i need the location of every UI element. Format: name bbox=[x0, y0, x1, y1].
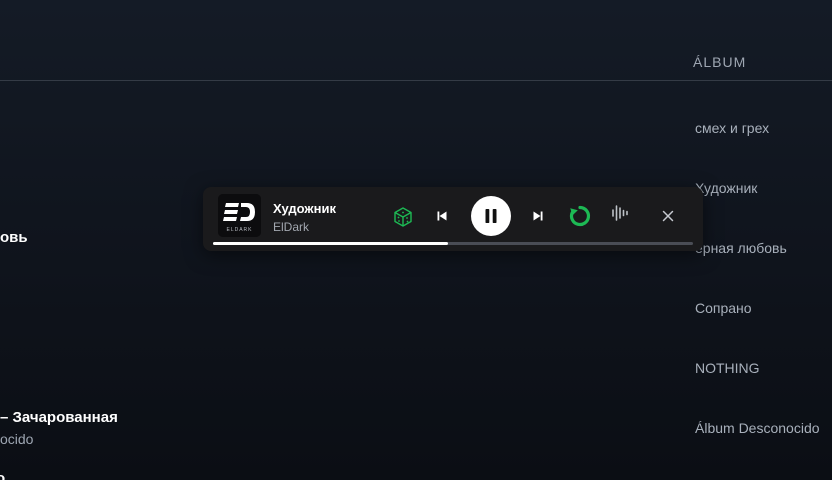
mini-player: ELDARK Художник ElDark bbox=[203, 187, 703, 251]
track-title-fragment[interactable]: о bbox=[0, 470, 5, 480]
track-artist-fragment[interactable]: ocido bbox=[0, 431, 33, 447]
cube-icon bbox=[394, 207, 412, 227]
cube-button[interactable] bbox=[390, 204, 416, 230]
repeat-icon bbox=[569, 205, 590, 226]
visualizer-button[interactable] bbox=[608, 201, 632, 225]
album-cell[interactable]: смех и грех bbox=[695, 120, 769, 136]
album-cover[interactable]: ELDARK bbox=[218, 194, 261, 237]
progress-bar[interactable] bbox=[213, 242, 693, 245]
repeat-button[interactable] bbox=[566, 202, 593, 229]
album-cell[interactable]: ёрная любовь bbox=[695, 240, 787, 256]
close-icon bbox=[662, 210, 674, 222]
previous-button[interactable] bbox=[432, 206, 452, 226]
close-player-button[interactable] bbox=[658, 206, 678, 226]
progress-bar-fill bbox=[213, 242, 449, 245]
skip-next-icon bbox=[533, 211, 543, 221]
play-pause-button[interactable] bbox=[471, 196, 511, 236]
table-header-divider bbox=[0, 80, 832, 81]
album-cell[interactable]: Сопрано bbox=[695, 300, 752, 316]
skip-previous-icon bbox=[437, 211, 447, 221]
pause-icon bbox=[485, 209, 497, 223]
album-column-header[interactable]: ÁLBUM bbox=[693, 54, 746, 70]
album-cell[interactable]: Álbum Desconocido bbox=[695, 420, 820, 436]
now-playing-artist[interactable]: ElDark bbox=[273, 220, 309, 234]
track-title-fragment[interactable]: овь bbox=[0, 229, 28, 246]
album-cell[interactable]: NOTHING bbox=[695, 360, 760, 376]
cover-caption: ELDARK bbox=[226, 227, 253, 233]
waveform-icon bbox=[612, 205, 628, 221]
track-title-fragment[interactable]: – Зачарованная bbox=[0, 409, 118, 426]
now-playing-title[interactable]: Художник bbox=[273, 201, 336, 216]
album-cell[interactable]: Художник bbox=[695, 180, 757, 196]
next-button[interactable] bbox=[528, 206, 548, 226]
